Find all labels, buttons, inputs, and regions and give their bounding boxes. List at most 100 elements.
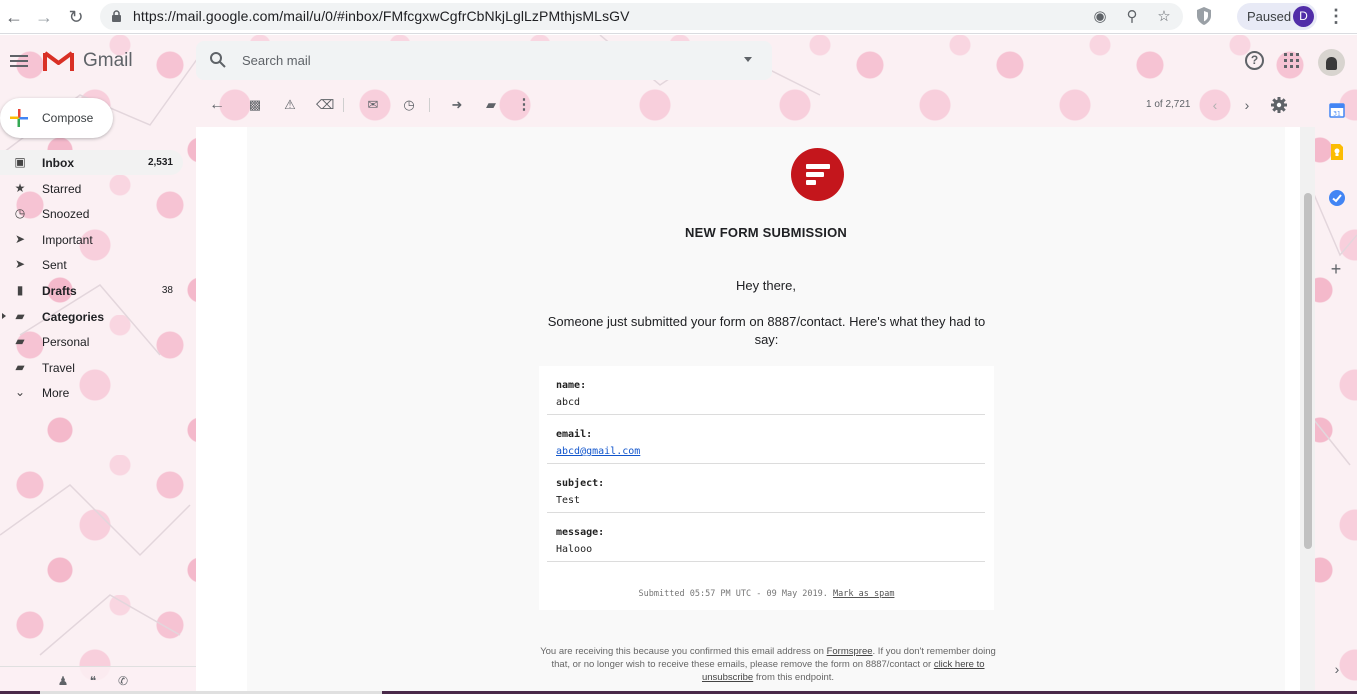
toolbar-divider <box>343 98 344 112</box>
settings-gear-icon[interactable] <box>1270 96 1288 114</box>
url-text: https://mail.google.com/mail/u/0/#inbox/… <box>133 8 630 24</box>
reload-icon[interactable]: ↻ <box>66 7 86 27</box>
compose-label: Compose <box>42 111 94 125</box>
forward-arrow-icon[interactable]: → <box>34 7 54 27</box>
archive-icon[interactable]: ▩ <box>246 96 264 114</box>
toolbar-divider <box>429 98 430 112</box>
search-options-icon[interactable] <box>744 57 752 62</box>
profile-avatar: D <box>1293 6 1314 27</box>
google-apps-icon[interactable] <box>1284 53 1299 68</box>
gmail-logo-icon[interactable] <box>43 49 74 72</box>
submitted-line: Submitted 05:57 PM UTC - 09 May 2019. Ma… <box>539 589 994 599</box>
field-key: name: <box>556 380 587 391</box>
label-icon: ▰ <box>15 334 25 348</box>
address-bar[interactable]: https://mail.google.com/mail/u/0/#inbox/… <box>100 3 1183 30</box>
drafts-count: 38 <box>161 285 173 296</box>
sidebar-item-label: Personal <box>42 335 90 349</box>
sidebar-item-label: Inbox <box>42 156 74 170</box>
hangouts-icon[interactable]: ❝ <box>86 674 100 688</box>
snooze-icon[interactable]: ◷ <box>400 96 418 114</box>
sidebar-item-drafts[interactable]: ▮ Drafts 38 <box>0 278 183 303</box>
zoom-icon[interactable]: ⚲ <box>1122 7 1142 27</box>
formspree-logo-icon <box>791 148 844 201</box>
sidebar-item-label: Categories <box>42 310 105 324</box>
expand-caret-icon[interactable] <box>2 313 6 319</box>
sidebar-item-travel[interactable]: ▰ Travel <box>0 355 183 380</box>
label-icon[interactable]: ▰ <box>482 96 500 114</box>
draft-icon: ▮ <box>16 283 24 297</box>
more-options-icon[interactable]: ⋮ <box>515 96 533 114</box>
older-chevron-icon[interactable]: › <box>1240 96 1254 114</box>
field-value: abcd <box>556 397 581 408</box>
sidebar-item-important[interactable]: ➤ Important <box>0 227 183 252</box>
submitted-text: Submitted 05:57 PM UTC - 09 May 2019. <box>638 589 828 599</box>
collapse-panel-chevron-icon[interactable]: › <box>1330 660 1344 678</box>
sidebar-item-label: Snoozed <box>42 207 90 221</box>
formspree-link[interactable]: Formspree <box>827 646 873 657</box>
important-icon: ➤ <box>14 232 26 246</box>
field-subject: subject: Test <box>547 464 985 513</box>
star-icon: ★ <box>14 181 26 195</box>
email-body: NEW FORM SUBMISSION Hey there, Someone j… <box>247 127 1285 694</box>
gmail-wordmark: Gmail <box>83 50 133 71</box>
field-message: message: Halooo <box>547 513 985 562</box>
eye-extension-icon[interactable]: ◉ <box>1090 7 1110 27</box>
field-name: name: abcd <box>547 366 985 415</box>
sidebar-item-personal[interactable]: ▰ Personal <box>0 329 183 354</box>
sidebar-item-label: Important <box>42 233 93 247</box>
chevron-down-icon: ⌄ <box>14 385 26 399</box>
search-bar[interactable]: Search mail <box>196 41 772 80</box>
svg-text:31: 31 <box>1333 111 1341 118</box>
field-value: Halooo <box>556 544 593 555</box>
lock-icon <box>112 10 121 22</box>
compose-button[interactable]: Compose <box>0 98 113 138</box>
newer-chevron-icon[interactable]: ‹ <box>1208 96 1222 114</box>
side-panel: 31 + › <box>1318 85 1357 694</box>
profile-paused-button[interactable]: Paused D <box>1237 3 1317 30</box>
field-key: email: <box>556 429 593 440</box>
bookmark-star-icon[interactable]: ☆ <box>1154 7 1174 27</box>
email-link[interactable]: abcd@gmail.com <box>556 446 640 457</box>
back-arrow-icon[interactable]: ← <box>4 7 24 27</box>
move-to-icon[interactable]: ➜ <box>448 96 466 114</box>
field-key: subject: <box>556 478 605 489</box>
search-icon[interactable] <box>209 51 227 69</box>
sidebar-item-categories[interactable]: ▰ Categories <box>0 304 183 329</box>
footer-text: You are receiving this because you confi… <box>540 646 827 657</box>
sidebar-item-label: Sent <box>42 258 67 272</box>
tasks-icon[interactable] <box>1328 189 1346 207</box>
message-view: NEW FORM SUBMISSION Hey there, Someone j… <box>196 127 1300 694</box>
account-avatar[interactable] <box>1318 49 1345 76</box>
compose-plus-icon <box>10 109 28 127</box>
search-input[interactable]: Search mail <box>242 53 311 68</box>
calendar-icon[interactable]: 31 <box>1328 101 1346 119</box>
sidebar-item-starred[interactable]: ★ Starred <box>0 176 183 201</box>
scrollbar-thumb[interactable] <box>1304 193 1312 549</box>
mark-unread-icon[interactable]: ✉ <box>364 96 382 114</box>
label-icon: ▰ <box>15 360 25 374</box>
add-addon-icon[interactable]: + <box>1327 260 1345 278</box>
sidebar-item-inbox[interactable]: ▣ Inbox 2,531 <box>0 150 183 175</box>
clock-icon: ◷ <box>14 206 26 220</box>
sidebar-item-more[interactable]: ⌄ More <box>0 380 183 405</box>
back-to-inbox-icon[interactable]: ← <box>208 96 226 114</box>
mark-as-spam-link[interactable]: Mark as spam <box>833 589 894 599</box>
browser-menu-icon[interactable]: ⋮ <box>1327 6 1345 26</box>
sidebar-item-label: Travel <box>42 361 75 375</box>
footer-text: from this endpoint. <box>753 672 835 683</box>
shield-extension-icon[interactable] <box>1195 6 1213 26</box>
field-email: email: abcd@gmail.com <box>547 415 985 464</box>
main-menu-icon[interactable] <box>10 52 28 68</box>
delete-icon[interactable]: ⌫ <box>316 96 334 114</box>
label-icon: ▰ <box>15 309 25 323</box>
sidebar-item-snoozed[interactable]: ◷ Snoozed <box>0 201 183 226</box>
report-spam-icon[interactable]: ⚠ <box>281 96 299 114</box>
keep-icon[interactable] <box>1328 143 1346 161</box>
sidebar-item-sent[interactable]: ➤ Sent <box>0 252 183 277</box>
email-footer: You are receiving this because you confi… <box>537 645 999 684</box>
paused-label: Paused <box>1247 9 1292 24</box>
help-icon[interactable]: ? <box>1245 51 1264 70</box>
phone-icon[interactable]: ✆ <box>116 674 130 688</box>
email-intro: Someone just submitted your form on 8887… <box>547 314 986 347</box>
person-icon[interactable]: ♟ <box>56 674 70 688</box>
